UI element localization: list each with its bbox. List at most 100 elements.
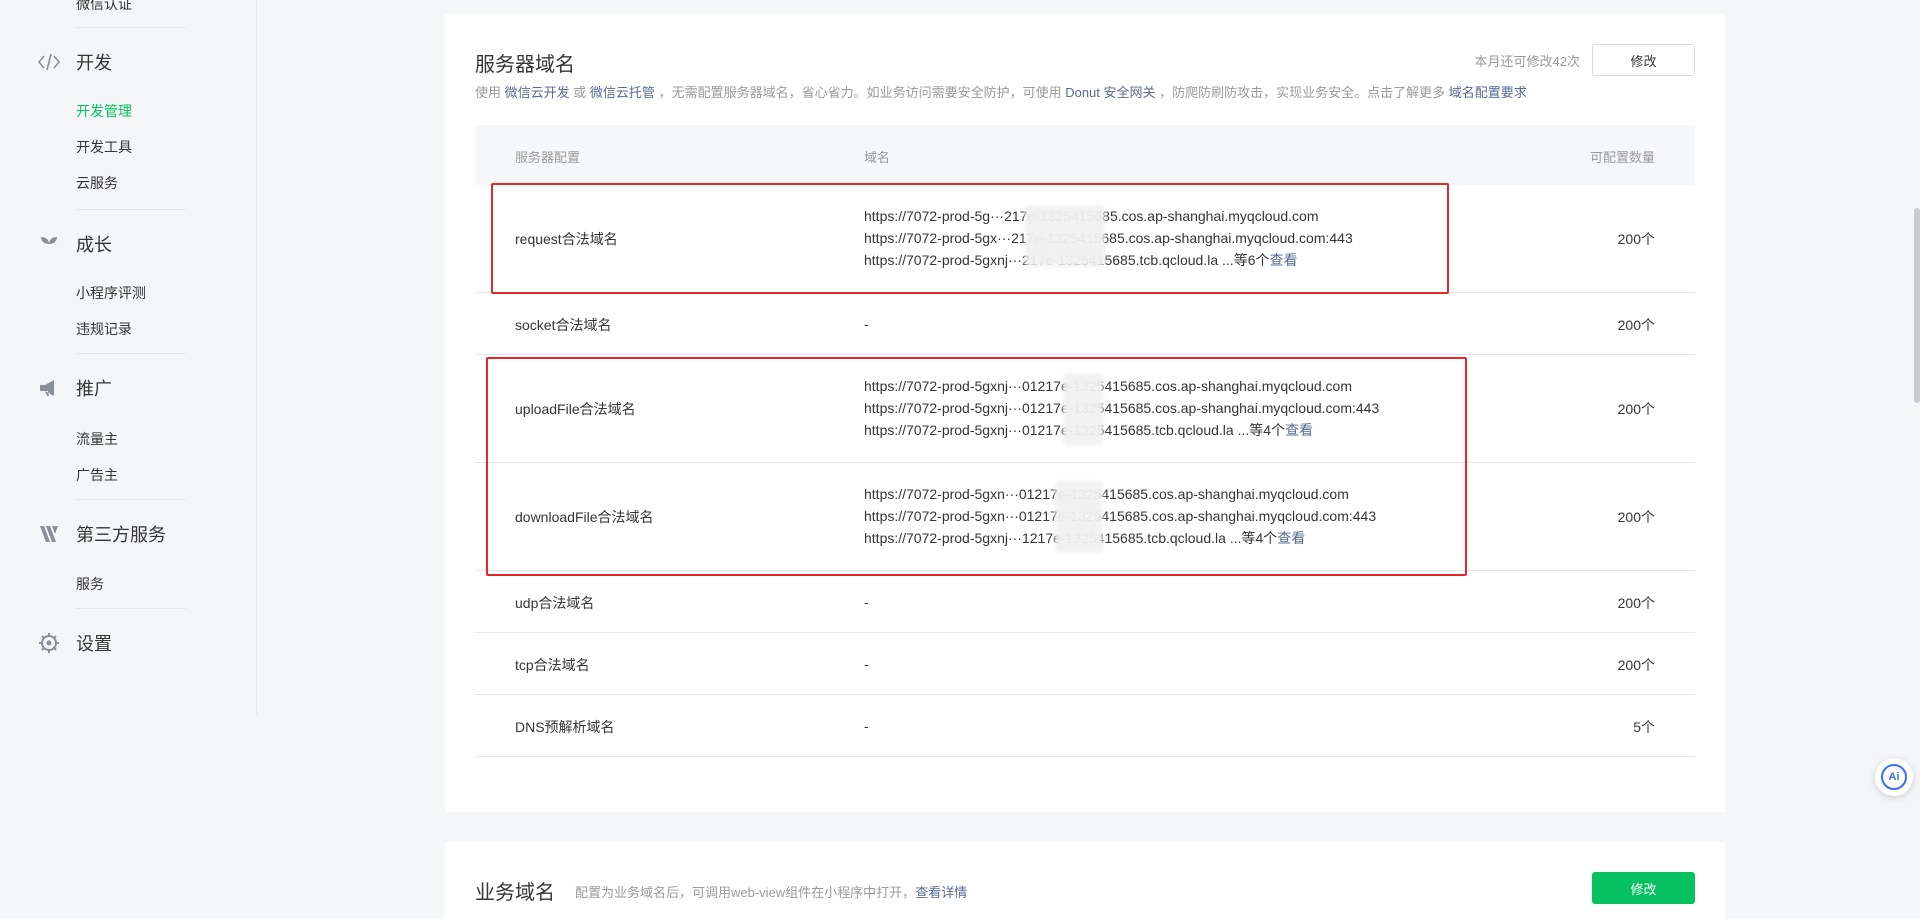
desc-text: 使用 [475, 85, 502, 100]
table-row: request合法域名 https://7072-prod-5g···217e-… [475, 185, 1695, 293]
domain-entry: https://7072-prod-5gx···217e-1325415685.… [864, 230, 1353, 246]
more-count: ...等6个 [1222, 252, 1270, 268]
business-modify-button[interactable]: 修改 [1592, 872, 1695, 904]
domain-entry: https://7072-prod-5gxnj···01217e-1325415… [864, 378, 1352, 394]
sidebar-group-dev[interactable]: 开发 [38, 47, 112, 77]
row-config-name: DNS预解析域名 [515, 719, 615, 735]
row-domain-list: - [864, 313, 869, 335]
row-count: 200个 [1617, 317, 1655, 333]
domain-entry-last: https://7072-prod-5gxnj···217e-132541568… [864, 249, 1353, 271]
sidebar-divider [76, 353, 186, 354]
domain-table: 服务器配置 域名 可配置数量 request合法域名 https://7072-… [475, 125, 1695, 757]
sidebar-group-label: 开发 [76, 53, 112, 73]
sidebar-item-service[interactable]: 服务 [76, 574, 104, 594]
sidebar-divider [76, 499, 186, 500]
header-count: 可配置数量 [1589, 150, 1655, 165]
donut-gateway-link[interactable]: Donut 安全网关 [1065, 85, 1155, 100]
sidebar-group-label: 设置 [76, 634, 112, 654]
sidebar-item-evaluation[interactable]: 小程序评测 [76, 283, 146, 303]
row-count: 200个 [1617, 401, 1655, 417]
modify-quota-hint: 本月还可修改42次 [1474, 54, 1580, 69]
domain-entry-last: https://7072-prod-5gxnj···01217e-1325415… [864, 419, 1379, 441]
scrollbar[interactable] [1914, 208, 1920, 403]
row-config-name: udp合法域名 [515, 595, 595, 611]
sidebar-item-traffic-owner[interactable]: 流量主 [76, 429, 118, 449]
sprout-icon [38, 233, 60, 255]
domain-entry: https://7072-prod-5gxn···01217e-13254156… [864, 486, 1349, 502]
desc-text: ，防爬防刷防攻击，实现业务安全。点击了解更多 [1159, 85, 1446, 100]
header-domain: 域名 [864, 150, 891, 165]
sidebar-group-growth[interactable]: 成长 [38, 229, 112, 259]
row-domain-list: https://7072-prod-5gxnj···01217e-1325415… [864, 375, 1379, 441]
table-row: socket合法域名 - 200个 [475, 293, 1695, 355]
privacy-blur [1025, 205, 1105, 267]
domain-entry: https://7072-prod-5gxnj···01217e-1325415… [864, 400, 1380, 416]
domain-entry: - [864, 718, 869, 734]
row-domain-list: https://7072-prod-5g···217e-1325415685.c… [864, 205, 1353, 271]
table-row: udp合法域名 - 200个 [475, 571, 1695, 633]
sidebar-item-advertiser[interactable]: 广告主 [76, 465, 118, 485]
row-domain-list: https://7072-prod-5gxn···01217e-13254156… [864, 483, 1376, 549]
sidebar-item-violations[interactable]: 违规记录 [76, 319, 132, 339]
sidebar-group-settings[interactable]: 设置 [38, 628, 112, 658]
domain-entry: - [864, 656, 869, 672]
desc-text: ，无需配置服务器域名，省心省力。如业务访问需要安全防护，可使用 [658, 85, 1062, 100]
sidebar-group-third-party[interactable]: 第三方服务 [38, 519, 166, 549]
section-description: 配置为业务域名后，可调用web-view组件在小程序中打开，查看详情 [575, 882, 967, 901]
row-domain-list: - [864, 715, 869, 737]
desc-text: 或 [573, 85, 587, 100]
row-count: 200个 [1617, 595, 1655, 611]
sidebar-item-dev-tools[interactable]: 开发工具 [76, 137, 132, 157]
ai-icon: Ai [1881, 764, 1907, 790]
row-config-name: socket合法域名 [515, 317, 612, 333]
sidebar-divider [76, 209, 186, 210]
sidebar-divider [76, 608, 186, 609]
sidebar-group-label: 成长 [76, 235, 112, 255]
wechat-cloud-hosting-link[interactable]: 微信云托管 [590, 85, 655, 100]
domain-requirements-link[interactable]: 域名配置要求 [1449, 85, 1527, 100]
sidebar-group-promotion[interactable]: 推广 [38, 373, 112, 403]
section-title: 服务器域名 [475, 54, 575, 76]
row-config-name: tcp合法域名 [515, 657, 590, 673]
table-row: uploadFile合法域名 https://7072-prod-5gxnj··… [475, 355, 1695, 463]
sidebar: 微信认证 开发 开发管理 开发工具 云服务 成长 小程序评测 违规记录 推广 流… [0, 0, 257, 715]
privacy-blur [1063, 373, 1103, 445]
gear-icon [38, 632, 60, 654]
domain-entry: https://7072-prod-5gxnj···01217e-1325415… [864, 422, 1234, 438]
row-count: 200个 [1617, 657, 1655, 673]
sidebar-divider [76, 27, 186, 28]
view-details-link[interactable]: 查看详情 [915, 885, 967, 900]
more-count: ...等4个 [1237, 422, 1286, 438]
domain-entry: https://7072-prod-5g···217e-1325415685.c… [864, 205, 1353, 227]
section-title: 业务域名 [475, 882, 555, 904]
domain-entry: - [864, 316, 869, 332]
row-count: 200个 [1617, 509, 1655, 525]
domain-entry: https://7072-prod-5gxnj···1217e-13254156… [864, 530, 1226, 546]
view-link[interactable]: 查看 [1270, 252, 1298, 268]
modify-button[interactable]: 修改 [1592, 44, 1695, 76]
business-domain-card: 业务域名 配置为业务域名后，可调用web-view组件在小程序中打开，查看详情 … [445, 842, 1725, 919]
table-row: downloadFile合法域名 https://7072-prod-5gxn·… [475, 463, 1695, 571]
header-config: 服务器配置 [515, 150, 581, 165]
domain-entry-last: https://7072-prod-5gxnj···1217e-13254156… [864, 527, 1376, 549]
sidebar-item-cloud-service[interactable]: 云服务 [76, 173, 118, 193]
table-row: tcp合法域名 - 200个 [475, 633, 1695, 695]
row-domain-list: - [864, 591, 869, 613]
more-count: ...等4个 [1229, 530, 1278, 546]
wechat-cloud-dev-link[interactable]: 微信云开发 [505, 85, 570, 100]
sidebar-group-label: 推广 [76, 379, 112, 399]
row-config-name: uploadFile合法域名 [515, 401, 636, 417]
megaphone-icon [38, 377, 60, 399]
sidebar-group-label: 第三方服务 [76, 525, 166, 545]
view-link[interactable]: 查看 [1285, 422, 1313, 438]
view-link[interactable]: 查看 [1277, 530, 1305, 546]
table-row: DNS预解析域名 - 5个 [475, 695, 1695, 757]
privacy-blur [1055, 481, 1103, 553]
row-config-name: downloadFile合法域名 [515, 509, 654, 525]
ai-assistant-button[interactable]: Ai [1875, 758, 1913, 796]
row-domain-list: - [864, 653, 869, 675]
sidebar-item-wechat-auth[interactable]: 微信认证 [76, 0, 132, 14]
row-count: 5个 [1633, 719, 1655, 735]
sidebar-item-dev-manage[interactable]: 开发管理 [76, 101, 132, 121]
table-header: 服务器配置 域名 可配置数量 [475, 125, 1695, 185]
